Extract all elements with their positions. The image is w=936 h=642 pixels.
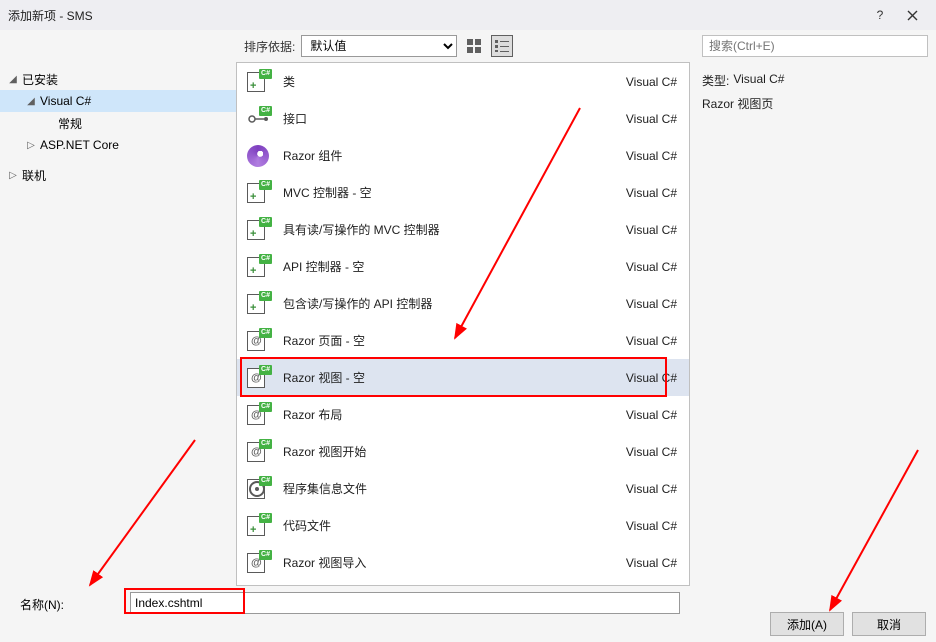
caret-down-icon: ◢ [26,96,36,107]
template-language: Visual C# [626,223,677,237]
add-button[interactable]: 添加(A) [770,612,844,636]
template-icon: +C# [247,292,271,316]
filename-input[interactable] [130,592,680,614]
template-icon: C# [247,477,271,501]
template-name: MVC 控制器 - 空 [283,184,614,201]
bottom-bar: 名称(N): 添加(A) 取消 [0,586,936,642]
caret-down-icon: ◢ [8,74,18,85]
template-name: 程序集信息文件 [283,480,614,497]
template-name: API 控制器 - 空 [283,258,614,275]
template-language: Visual C# [626,445,677,459]
template-item[interactable]: C# 程序集信息文件 Visual C# [237,470,689,507]
grid-icon [467,39,481,53]
tree-installed[interactable]: ◢ 已安装 [0,68,236,90]
template-item[interactable]: +C# 类 Visual C# [237,63,689,100]
template-item[interactable]: +C# API 控制器 - 空 Visual C# [237,248,689,285]
template-icon: +C# [247,218,271,242]
details-description: Razor 视图页 [702,95,773,112]
template-item[interactable]: @C# Razor 页面 - 空 Visual C# [237,322,689,359]
template-icon: @C# [247,366,271,390]
tree-label: ASP.NET Core [40,138,119,152]
template-item[interactable]: C# 接口 Visual C# [237,100,689,137]
details-pane: 类型: Visual C# Razor 视图页 [690,62,936,586]
template-item[interactable]: +C# MVC 控制器 - 空 Visual C# [237,174,689,211]
template-item[interactable]: @C# Razor 视图开始 Visual C# [237,433,689,470]
template-name: Razor 视图开始 [283,443,614,460]
tree-general[interactable]: 常规 [0,112,236,134]
tree-label: 已安装 [22,71,58,88]
template-item[interactable]: @C# Razor 布局 Visual C# [237,396,689,433]
template-item[interactable]: @C# Razor 视图导入 Visual C# [237,544,689,581]
template-language: Visual C# [626,75,677,89]
template-name: Razor 视图导入 [283,554,614,571]
template-icon: +C# [247,181,271,205]
template-language: Visual C# [626,149,677,163]
template-icon: @C# [247,551,271,575]
sort-select[interactable]: 默认值 [301,35,457,57]
main-area: ◢ 已安装 ◢ Visual C# 常规 ▷ ASP.NET Core ▷ 联机… [0,62,936,586]
template-icon: C# [247,107,271,131]
filename-label: 名称(N): [10,592,120,613]
view-list-button[interactable] [491,35,513,57]
template-icon: +C# [247,255,271,279]
template-icon: @C# [247,329,271,353]
template-language: Visual C# [626,186,677,200]
view-grid-button[interactable] [463,35,485,57]
details-type-label: 类型: [702,72,729,89]
tree-aspnet-core[interactable]: ▷ ASP.NET Core [0,134,236,156]
template-name: Razor 布局 [283,406,614,423]
titlebar: 添加新项 - SMS ? [0,0,936,30]
template-language: Visual C# [626,482,677,496]
tree-online[interactable]: ▷ 联机 [0,164,236,186]
template-item[interactable]: @C# Razor 视图 - 空 Visual C# [237,359,689,396]
template-language: Visual C# [626,519,677,533]
cancel-button[interactable]: 取消 [852,612,926,636]
list-icon [495,40,509,52]
template-item[interactable]: +C# 代码文件 Visual C# [237,507,689,544]
template-name: 包含读/写操作的 API 控制器 [283,295,614,312]
template-language: Visual C# [626,408,677,422]
template-icon: @C# [247,440,271,464]
template-icon: @C# [247,403,271,427]
template-language: Visual C# [626,556,677,570]
search-input[interactable] [702,35,928,57]
template-icon: +C# [247,514,271,538]
template-item[interactable]: +C# 具有读/写操作的 MVC 控制器 Visual C# [237,211,689,248]
window-title: 添加新项 - SMS [8,7,864,24]
template-language: Visual C# [626,297,677,311]
template-name: 接口 [283,110,614,127]
close-button[interactable] [896,0,928,30]
template-icon [247,144,271,168]
caret-right-icon: ▷ [8,170,18,181]
help-button[interactable]: ? [864,0,896,30]
category-tree: ◢ 已安装 ◢ Visual C# 常规 ▷ ASP.NET Core ▷ 联机 [0,62,236,586]
template-name: Razor 视图 - 空 [283,369,614,386]
tree-visual-csharp[interactable]: ◢ Visual C# [0,90,236,112]
template-item[interactable]: +C# 包含读/写操作的 API 控制器 Visual C# [237,285,689,322]
template-language: Visual C# [626,371,677,385]
tree-label: 常规 [58,115,82,132]
template-name: 类 [283,73,614,90]
tree-label: Visual C# [40,94,91,108]
close-icon [907,10,918,21]
details-type-value: Visual C# [733,72,784,89]
template-item[interactable]: Razor 组件 Visual C# [237,137,689,174]
toolbar: 排序依据: 默认值 [0,30,936,62]
caret-right-icon: ▷ [26,140,36,151]
template-icon: +C# [247,70,271,94]
template-name: Razor 组件 [283,147,614,164]
template-language: Visual C# [626,260,677,274]
template-language: Visual C# [626,112,677,126]
template-language: Visual C# [626,334,677,348]
sort-label: 排序依据: [244,38,295,55]
template-name: 具有读/写操作的 MVC 控制器 [283,221,614,238]
template-name: Razor 页面 - 空 [283,332,614,349]
template-name: 代码文件 [283,517,614,534]
template-list[interactable]: +C# 类 Visual C# C# 接口 Visual C# Razor 组件 Visual… [236,62,690,586]
tree-label: 联机 [22,167,46,184]
